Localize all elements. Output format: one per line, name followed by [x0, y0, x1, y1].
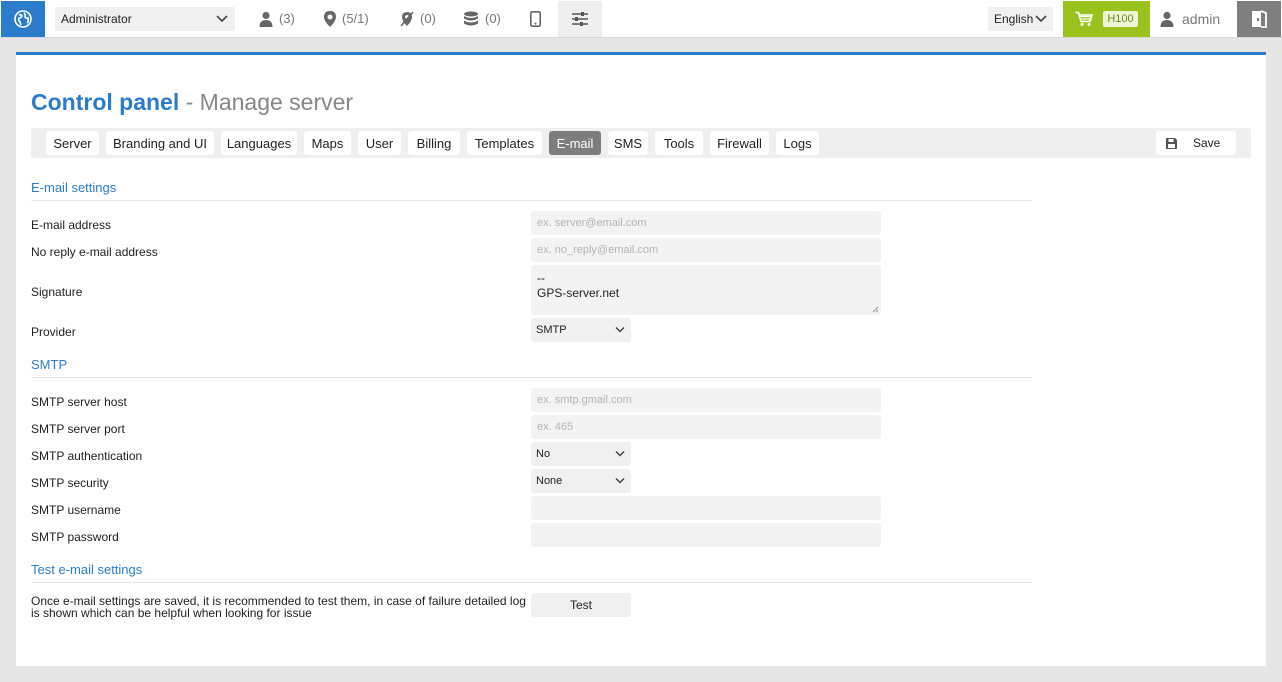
signature-textarea[interactable]: -- GPS-server.net — [531, 265, 881, 315]
stat-database[interactable]: (0) — [463, 0, 501, 37]
stat-users[interactable]: (3) — [259, 0, 295, 37]
floppy-disk-icon — [1166, 137, 1177, 149]
globe-icon — [14, 10, 32, 28]
provider-select-value: SMTP — [536, 324, 567, 336]
top-bar: Administrator (3) (5/1) (0) (0) English — [0, 0, 1282, 38]
cart-badge: H100 — [1103, 11, 1138, 27]
smtp-host-label: SMTP server host — [31, 395, 127, 409]
tab-logs[interactable]: Logs — [776, 131, 819, 155]
database-icon — [464, 11, 478, 25]
smtp-title: SMTP — [31, 357, 68, 372]
logout-icon — [1252, 10, 1267, 28]
tab-email[interactable]: E-mail — [549, 131, 601, 155]
signature-value: -- GPS-server.net — [537, 271, 620, 300]
user-icon — [1160, 11, 1174, 27]
user-icon — [259, 11, 273, 27]
tab-sms[interactable]: SMS — [608, 131, 648, 155]
role-select-value: Administrator — [61, 12, 132, 26]
provider-label: Provider — [31, 325, 76, 339]
stat-users-value: (3) — [279, 11, 295, 26]
section-divider — [31, 200, 1032, 201]
tab-maps[interactable]: Maps — [304, 131, 351, 155]
smtp-password-label: SMTP password — [31, 530, 119, 544]
email-address-label: E-mail address — [31, 218, 112, 232]
save-button[interactable]: Save — [1156, 131, 1236, 155]
tab-firewall[interactable]: Firewall — [710, 131, 769, 155]
tabs-bar: Server Branding and UI Languages Maps Us… — [31, 128, 1251, 158]
stat-objects[interactable]: (5/1) — [324, 0, 369, 37]
test-email-note: Once e-mail settings are saved, it is re… — [31, 594, 526, 620]
mobile-button[interactable] — [530, 0, 541, 37]
tab-server[interactable]: Server — [46, 131, 99, 155]
language-select-value: English — [994, 12, 1034, 26]
username: admin — [1182, 10, 1221, 27]
chevron-down-icon — [216, 15, 228, 23]
smtp-auth-select-value: No — [536, 448, 551, 460]
noreply-email-input[interactable]: ex. no_reply@email.com — [531, 238, 881, 262]
stat-offline-value: (0) — [420, 11, 436, 26]
page-title-main: Control panel — [31, 89, 180, 115]
tab-tools[interactable]: Tools — [655, 131, 703, 155]
smtp-password-input[interactable] — [531, 523, 881, 547]
smtp-security-select-value: None — [536, 475, 563, 487]
logout-button[interactable] — [1237, 1, 1281, 37]
page-title: Control panel - Manage server — [31, 89, 353, 116]
role-select[interactable]: Administrator — [55, 7, 235, 31]
smtp-username-input[interactable] — [531, 496, 881, 520]
signature-label: Signature — [31, 285, 83, 299]
provider-select[interactable]: SMTP — [531, 318, 631, 342]
cart-icon — [1075, 11, 1094, 26]
smtp-security-label: SMTP security — [31, 476, 109, 490]
mobile-phone-icon — [530, 10, 541, 27]
off-pin-icon — [400, 10, 414, 27]
resize-grip-icon[interactable] — [872, 306, 879, 313]
control-panel: Control panel - Manage server Server Bra… — [16, 52, 1266, 666]
language-select[interactable]: English — [988, 7, 1053, 31]
smtp-host-input[interactable]: ex. smtp.gmail.com — [531, 388, 881, 412]
noreply-email-label: No reply e-mail address — [31, 245, 158, 259]
email-settings-title: E-mail settings — [31, 180, 117, 195]
tab-languages[interactable]: Languages — [221, 131, 297, 155]
smtp-auth-label: SMTP authentication — [31, 449, 143, 463]
sliders-icon — [572, 12, 588, 26]
test-button[interactable]: Test — [531, 593, 631, 617]
smtp-port-input[interactable]: ex. 465 — [531, 415, 881, 439]
email-address-input[interactable]: ex. server@email.com — [531, 211, 881, 235]
stat-offline[interactable]: (0) — [400, 0, 436, 37]
globe-button[interactable] — [1, 1, 45, 37]
tab-user[interactable]: User — [358, 131, 401, 155]
smtp-port-label: SMTP server port — [31, 422, 125, 436]
save-button-label: Save — [1193, 136, 1221, 150]
test-email-title: Test e-mail settings — [31, 562, 143, 577]
user-menu[interactable]: admin — [1160, 0, 1220, 37]
chevron-down-icon — [615, 326, 625, 333]
chevron-down-icon — [615, 477, 625, 484]
tab-branding-and-ui[interactable]: Branding and UI — [106, 131, 214, 155]
section-divider — [31, 377, 1032, 378]
cart-button[interactable]: H100 — [1063, 1, 1150, 37]
stat-database-value: (0) — [485, 11, 501, 26]
chevron-down-icon — [615, 450, 625, 457]
section-divider — [31, 582, 1032, 583]
tab-templates[interactable]: Templates — [467, 131, 542, 155]
smtp-username-label: SMTP username — [31, 503, 121, 517]
chevron-down-icon — [1035, 15, 1047, 23]
smtp-auth-select[interactable]: No — [531, 442, 631, 466]
page-title-sub: - Manage server — [179, 89, 354, 115]
tab-billing[interactable]: Billing — [408, 131, 460, 155]
smtp-security-select[interactable]: None — [531, 469, 631, 493]
stat-objects-value: (5/1) — [342, 11, 369, 26]
map-pin-icon — [324, 10, 336, 27]
settings-button[interactable] — [558, 1, 602, 37]
